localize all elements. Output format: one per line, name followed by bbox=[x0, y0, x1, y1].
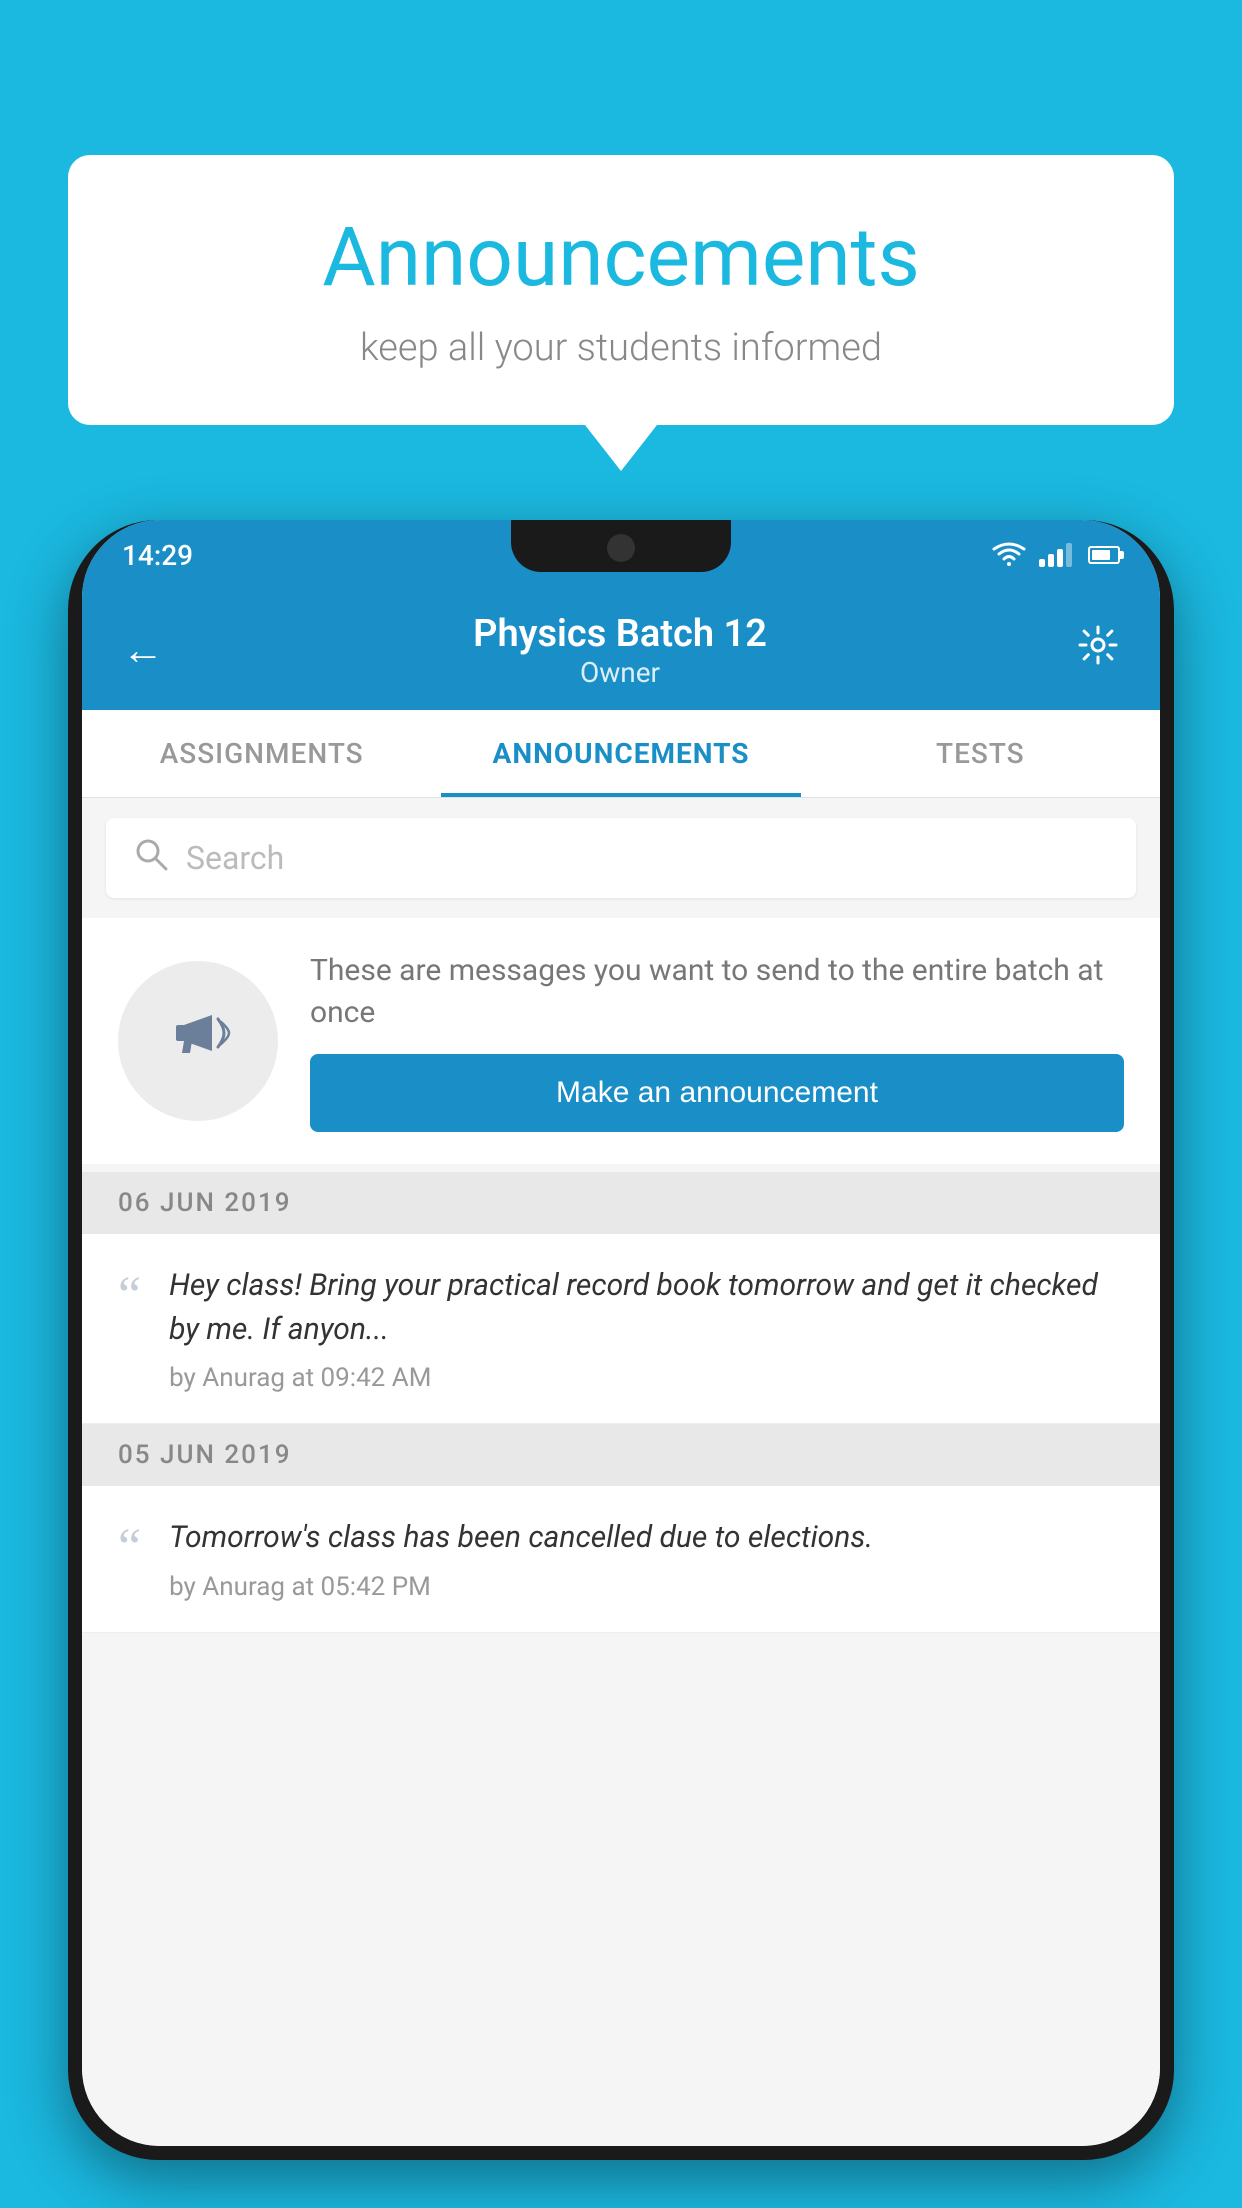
promo-right: These are messages you want to send to t… bbox=[310, 950, 1124, 1132]
announcement-meta-2: by Anurag at 05:42 PM bbox=[169, 1572, 1124, 1602]
announcement-text-1: Hey class! Bring your practical record b… bbox=[169, 1264, 1124, 1351]
search-icon bbox=[134, 837, 168, 880]
promo-description: These are messages you want to send to t… bbox=[310, 950, 1124, 1034]
search-placeholder-text: Search bbox=[186, 839, 284, 877]
back-button[interactable]: ← bbox=[122, 626, 164, 675]
tab-tests[interactable]: TESTS bbox=[801, 710, 1160, 797]
header-title: Physics Batch 12 bbox=[473, 612, 767, 656]
announcement-promo: These are messages you want to send to t… bbox=[82, 918, 1160, 1164]
megaphone-svg bbox=[162, 997, 234, 1069]
tab-assignments[interactable]: ASSIGNMENTS bbox=[82, 710, 441, 797]
speech-bubble: Announcements keep all your students inf… bbox=[68, 155, 1174, 425]
megaphone-icon bbox=[162, 997, 234, 1085]
signal-bars bbox=[1039, 543, 1072, 567]
header-subtitle: Owner bbox=[473, 656, 767, 689]
speech-bubble-subtitle: keep all your students informed bbox=[128, 326, 1114, 370]
tab-announcements[interactable]: ANNOUNCEMENTS bbox=[441, 710, 800, 797]
status-icons bbox=[991, 542, 1120, 568]
search-bar[interactable]: Search bbox=[106, 818, 1136, 898]
tabs-bar: ASSIGNMENTS ANNOUNCEMENTS TESTS bbox=[82, 710, 1160, 798]
announcement-meta-1: by Anurag at 09:42 AM bbox=[169, 1363, 1124, 1393]
promo-icon-circle bbox=[118, 961, 278, 1121]
phone-wrapper: 14:29 bbox=[68, 520, 1174, 2208]
header-title-block: Physics Batch 12 Owner bbox=[473, 612, 767, 689]
status-time: 14:29 bbox=[122, 539, 193, 572]
date-separator-1: 06 JUN 2019 bbox=[82, 1172, 1160, 1234]
quote-icon-2: “ bbox=[118, 1516, 141, 1574]
phone-content: Search bbox=[82, 798, 1160, 2146]
make-announcement-button[interactable]: Make an announcement bbox=[310, 1054, 1124, 1132]
speech-bubble-title: Announcements bbox=[128, 210, 1114, 306]
announcement-body-2: Tomorrow's class has been cancelled due … bbox=[169, 1516, 1124, 1602]
phone-camera bbox=[607, 534, 635, 562]
announcement-item-1[interactable]: “ Hey class! Bring your practical record… bbox=[82, 1234, 1160, 1424]
search-magnifier-icon bbox=[134, 837, 168, 871]
phone-frame: 14:29 bbox=[68, 520, 1174, 2160]
settings-button[interactable] bbox=[1076, 623, 1120, 678]
gear-icon bbox=[1076, 623, 1120, 667]
speech-bubble-arrow bbox=[585, 425, 657, 471]
announcement-item-2[interactable]: “ Tomorrow's class has been cancelled du… bbox=[82, 1486, 1160, 1633]
quote-icon-1: “ bbox=[118, 1264, 141, 1322]
phone-notch bbox=[511, 520, 731, 572]
phone-screen: 14:29 bbox=[82, 520, 1160, 2146]
speech-bubble-container: Announcements keep all your students inf… bbox=[68, 155, 1174, 471]
app-header: ← Physics Batch 12 Owner bbox=[82, 590, 1160, 710]
wifi-icon bbox=[991, 542, 1027, 568]
date-separator-2: 05 JUN 2019 bbox=[82, 1424, 1160, 1486]
announcement-text-2: Tomorrow's class has been cancelled due … bbox=[169, 1516, 1124, 1560]
announcement-body-1: Hey class! Bring your practical record b… bbox=[169, 1264, 1124, 1393]
battery-icon bbox=[1088, 546, 1120, 564]
